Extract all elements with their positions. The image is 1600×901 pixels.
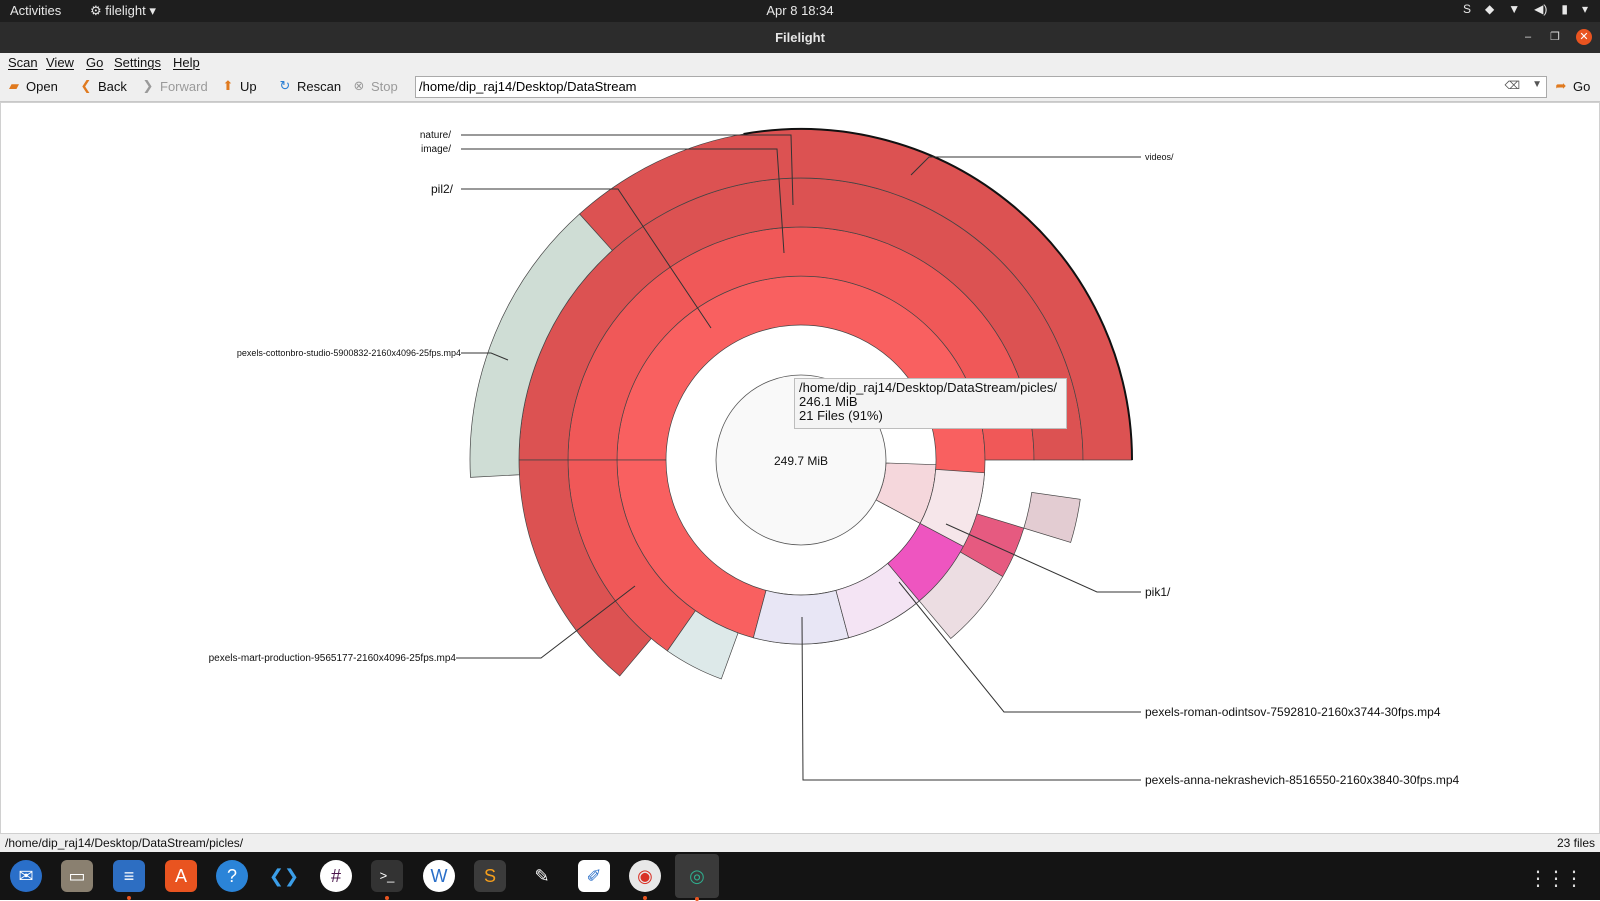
forward-button[interactable]: ❯ Forward [140,78,208,94]
forward-label: Forward [160,78,208,94]
go-label: Go [1573,78,1591,94]
clock[interactable]: Apr 8 18:34 [766,3,833,18]
go-button[interactable]: ➦ Go [1553,78,1591,94]
clear-location-icon[interactable]: ⌫ [1504,79,1520,92]
activities-button[interactable]: Activities [10,3,61,18]
back-label: Back [98,78,127,94]
wps-icon[interactable]: W [423,860,455,892]
tooltip-files: 21 Files (91%) [799,408,883,423]
status-bar: /home/dip_raj14/Desktop/DataStream/picle… [0,834,1600,852]
leader-anna [801,616,1141,781]
forward-arrow-icon: ❯ [142,78,154,93]
label-nature[interactable]: nature/ [420,130,451,141]
app-menu[interactable]: ⚙ filelight ▾ [90,3,156,19]
wifi-icon: ▼ [1508,2,1521,16]
system-menu-chevron-icon[interactable]: ▾ [1582,2,1588,16]
center-size-label: 249.7 MiB [774,454,828,468]
toolbar: ▰ Open ❮ Back ❯ Forward ⬆ Up ↻ Rescan ⊗ … [0,73,1600,102]
stop-icon: ⊗ [353,78,365,93]
refresh-icon: ↻ [279,78,291,93]
dock: ✉ ▭ ≡ A ? ❮❯ # >_ W S ✎ ✐ ◉ ◎ ⋮⋮⋮ [0,852,1600,901]
location-history-chevron-icon[interactable]: ▼ [1532,79,1542,90]
back-button[interactable]: ❮ Back [78,78,127,94]
radial-map-canvas[interactable]: 249.7 MiB nature/ image/ pil2/ videos/ p… [0,102,1600,834]
app-grid-icon[interactable]: ⋮⋮⋮ [1528,866,1584,891]
folder-open-icon: ▰ [9,78,19,93]
software-center-icon[interactable]: A [165,860,197,892]
app-menu-label: filelight ▾ [105,3,156,18]
up-arrow-icon: ⬆ [222,78,234,93]
label-anna[interactable]: pexels-anna-nekrashevich-8516550-2160x38… [1145,773,1460,787]
tooltip-path: /home/dip_raj14/Desktop/DataStream/picle… [799,380,1057,395]
sublime-text-icon[interactable]: S [474,860,506,892]
volume-icon: ◀) [1534,2,1548,16]
top-bar: Activities ⚙ filelight ▾ Apr 8 18:34 S ◆… [0,0,1600,22]
up-label: Up [240,78,257,94]
menu-scan[interactable]: Scan [8,55,38,70]
maximize-button[interactable]: ❐ [1547,29,1563,45]
location-bar[interactable]: ⌫ ▼ [415,76,1547,98]
vscode-icon[interactable]: ❮❯ [268,860,300,892]
segment-ring4-pik-c[interactable] [1023,492,1081,543]
menu-view[interactable]: View [46,55,74,70]
minimize-button[interactable]: – [1520,29,1536,45]
label-pik1[interactable]: pik1/ [1145,585,1171,599]
status-file-count: 23 files [1556,836,1595,850]
stop-label: Stop [371,78,398,94]
help-icon[interactable]: ? [216,860,248,892]
gear-icon: ⚙ [90,3,106,18]
rescan-label: Rescan [297,78,342,94]
label-pil2[interactable]: pil2/ [431,182,454,196]
system-tray[interactable]: S ◆ ▼ ◀) ▮ ▾ [1463,2,1588,16]
files-icon[interactable]: ▭ [61,860,93,892]
label-roman[interactable]: pexels-roman-odintsov-7592810-2160x3744-… [1145,705,1441,719]
battery-icon: ▮ [1561,2,1568,16]
rescan-button[interactable]: ↻ Rescan [277,78,342,94]
menu-help[interactable]: Help [173,55,200,70]
menu-settings[interactable]: Settings [114,55,161,70]
chrome-icon[interactable]: ◉ [629,860,661,892]
thunderbird-icon[interactable]: ✉ [10,860,42,892]
tooltip-size: 246.1 MiB [799,394,858,409]
slack-icon[interactable]: # [320,860,352,892]
window-titlebar: Filelight – ❐ ✕ [0,22,1600,53]
location-input[interactable] [419,78,1499,94]
notes-icon[interactable]: ✐ [578,860,610,892]
terminal-icon[interactable]: >_ [371,860,403,892]
menu-bar: Scan View Go Settings Help [0,53,1600,73]
segment-ring2-anna[interactable] [752,589,850,645]
radial-map[interactable]: 249.7 MiB nature/ image/ pil2/ videos/ p… [1,103,1599,833]
writer-icon[interactable]: ≡ [113,860,145,892]
text-editor-icon[interactable]: ✎ [526,860,558,892]
status-path: /home/dip_raj14/Desktop/DataStream/picle… [5,836,244,850]
window-title: Filelight [775,30,825,45]
segment-tooltip: /home/dip_raj14/Desktop/DataStream/picle… [794,378,1067,429]
sublime-tray-icon[interactable]: S [1463,2,1471,16]
label-mart[interactable]: pexels-mart-production-9565177-2160x4096… [209,653,457,664]
label-videos[interactable]: videos/ [1145,152,1174,162]
label-image[interactable]: image/ [421,144,451,155]
menu-go[interactable]: Go [86,55,103,70]
up-button[interactable]: ⬆ Up [220,78,257,94]
go-arrow-icon: ➦ [1555,78,1567,93]
back-arrow-icon: ❮ [80,78,92,93]
stop-button[interactable]: ⊗ Stop [351,78,398,94]
open-button[interactable]: ▰ Open [6,78,58,94]
open-label: Open [26,78,58,94]
label-cottonbro[interactable]: pexels-cottonbro-studio-5900832-2160x409… [237,348,461,358]
filelight-icon[interactable]: ◎ [675,854,719,898]
close-button[interactable]: ✕ [1576,29,1592,45]
color-picker-tray-icon[interactable]: ◆ [1485,2,1494,16]
